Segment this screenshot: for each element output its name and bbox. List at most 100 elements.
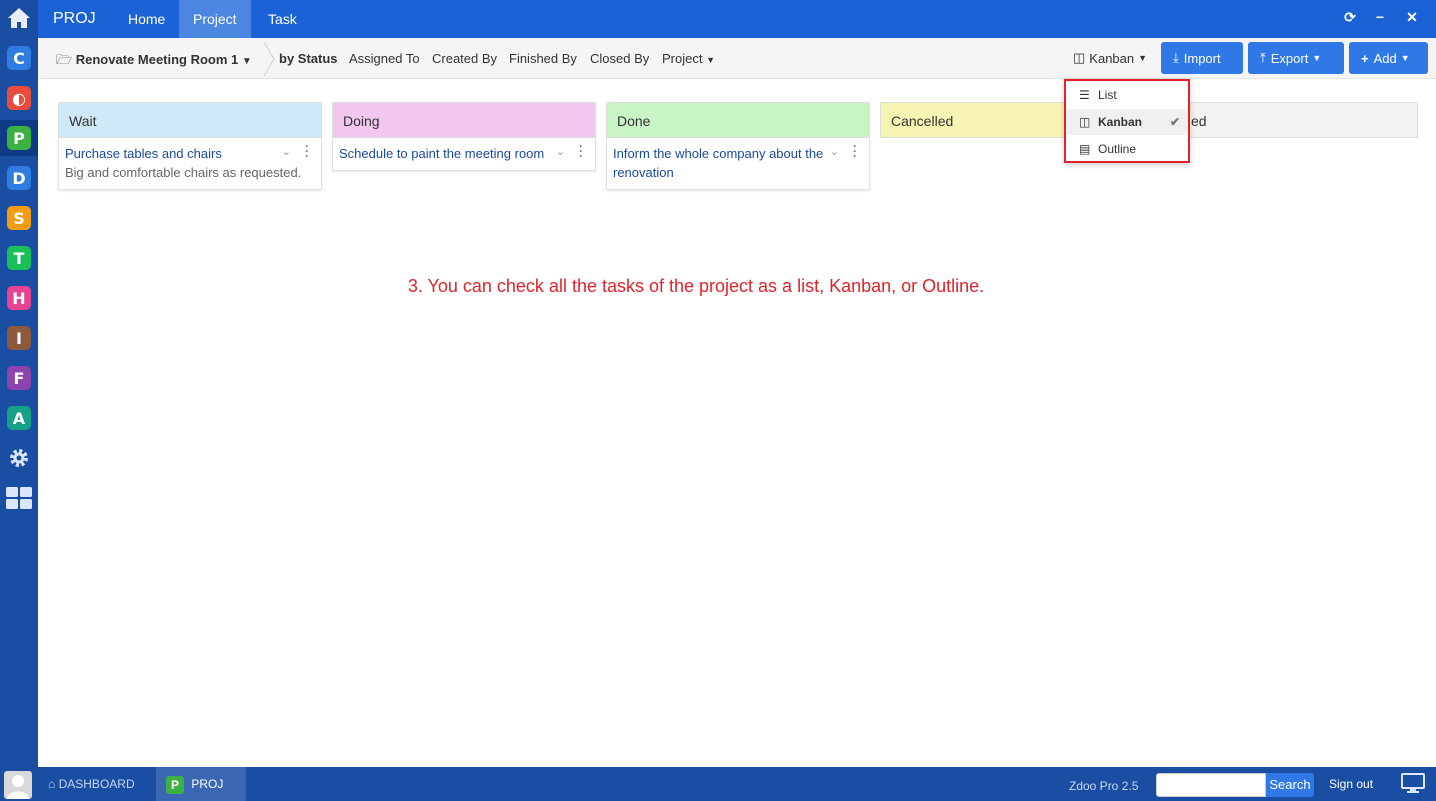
sub-toolbar: 🗁 Renovate Meeting Room 1 ▼ by Status As… [38,38,1436,79]
caret-down-icon: ▼ [241,56,252,67]
taskbar-dashboard[interactable]: ⌂ DASHBOARD [38,767,145,801]
add-button[interactable]: + Add ▼ [1349,42,1428,74]
app-i-icon: I [7,326,31,350]
lane-doing: Doing Schedule to paint the meeting room… [332,102,596,171]
export-label: Export [1270,50,1309,66]
lane-header: Wait [58,102,322,138]
app-c-icon: C [7,46,31,70]
task-description: Big and comfortable chairs as requested. [65,165,302,180]
task-title[interactable]: Inform the whole company about the renov… [613,144,861,182]
launcher-app-s[interactable]: S [0,200,38,236]
app-proj-icon: P [166,775,184,794]
export-button[interactable]: ⤒ Export ▼ [1248,42,1344,74]
more-vertical-icon[interactable]: · · · [853,140,857,162]
launcher-app-proj[interactable]: P [0,120,38,156]
menu-item-outline[interactable]: ▤ Outline [1066,136,1188,162]
plus-icon: + [1361,50,1369,66]
gear-icon[interactable] [0,440,38,476]
view-switch-menu: ☰ List ◫ Kanban ✔ ▤ Outline [1064,79,1190,163]
nav-task[interactable]: Task [254,0,311,38]
more-vertical-icon[interactable]: · · · [305,140,309,162]
check-icon: ✔ [1169,115,1180,129]
tab-assigned-to[interactable]: Assigned To [349,51,420,66]
app-launcher: C ◐ P D S T H I F A [0,0,38,767]
nav-home[interactable]: Home [114,0,179,38]
folder-open-icon: 🗁 [56,52,73,67]
top-bar: PROJ Home Project Task ⟳ − ✕ [38,0,1436,38]
lane-closed: ed [1154,102,1418,138]
task-card[interactable]: Schedule to paint the meeting room ⌄ · · · [332,138,596,171]
app-a-icon: A [7,406,31,430]
all-apps-icon[interactable] [0,480,38,516]
kanban-icon: ◫ [1073,50,1086,65]
launcher-app-d[interactable]: D [0,160,38,196]
app-f-icon: F [7,366,31,390]
refresh-icon[interactable]: ⟳ [1342,9,1358,27]
launcher-app-a[interactable]: A [0,400,38,436]
outline-icon: ▤ [1079,142,1091,156]
chevron-down-icon[interactable]: ⌄ [282,145,291,158]
launcher-app-c[interactable]: C [0,40,38,76]
instruction-caption: 3. You can check all the tasks of the pr… [0,276,1392,297]
download-icon: ⤓ [1173,50,1179,65]
launcher-app-t[interactable]: T [0,240,38,276]
app-d-icon: D [7,166,31,190]
menu-item-label: List [1098,88,1117,102]
launcher-app-f[interactable]: F [0,360,38,396]
menu-item-kanban[interactable]: ◫ Kanban ✔ [1066,109,1188,135]
project-breadcrumb[interactable]: 🗁 Renovate Meeting Room 1 ▼ [56,51,252,73]
task-card[interactable]: Purchase tables and chairs Big and comfo… [58,138,322,190]
tab-project-label: Project [662,51,703,66]
lane-wait: Wait Purchase tables and chairs Big and … [58,102,322,190]
close-icon[interactable]: ✕ [1404,9,1420,27]
app-name: PROJ [53,10,96,27]
search-input[interactable] [1156,773,1266,797]
import-label: Import [1183,50,1221,66]
tab-closed-by[interactable]: Closed By [590,51,649,66]
task-title[interactable]: Schedule to paint the meeting room [339,144,587,163]
monitor-icon[interactable] [1401,773,1425,793]
app-t-icon: T [7,246,31,270]
tab-project[interactable]: Project ▼ [662,51,715,66]
sign-out-link[interactable]: Sign out [1329,777,1373,791]
lane-header: Doing [332,102,596,138]
launcher-app-half[interactable]: ◐ [0,80,38,116]
taskbar-proj-label: PROJ [191,777,224,791]
menu-item-label: Kanban [1098,115,1143,129]
tab-by-status[interactable]: by Status [279,51,338,66]
breadcrumb-separator [263,41,275,77]
tab-finished-by[interactable]: Finished By [509,51,577,66]
search-button[interactable]: Search [1266,773,1314,797]
menu-item-label: Outline [1098,142,1137,156]
version-label: Zdoo Pro 2.5 [1069,779,1139,793]
chevron-down-icon[interactable]: ⌄ [830,145,839,158]
chevron-down-icon[interactable]: ⌄ [556,145,565,158]
lane-header: ed [1154,102,1418,138]
more-vertical-icon[interactable]: · · · [579,140,583,162]
avatar[interactable] [4,771,32,799]
home-icon[interactable] [0,0,38,36]
instruction-text: 3. You can check all the tasks of the pr… [407,276,985,296]
menu-item-list[interactable]: ☰ List [1066,82,1188,108]
caret-down-icon: ▼ [706,55,716,65]
launcher-app-i[interactable]: I [0,320,38,356]
home-icon: ⌂ [48,777,56,791]
task-title[interactable]: Purchase tables and chairs [65,144,313,163]
view-switch-button[interactable]: ◫ Kanban ▼ [1065,43,1155,73]
view-switch-label: Kanban [1089,50,1135,66]
nav-project[interactable]: Project [179,0,251,38]
lane-done: Done Inform the whole company about the … [606,102,870,190]
add-label: Add [1373,50,1397,66]
import-button[interactable]: ⤓ Import [1161,42,1243,74]
caret-down-icon: ▼ [1138,53,1148,63]
task-card[interactable]: Inform the whole company about the renov… [606,138,870,190]
taskbar-dashboard-label: DASHBOARD [58,777,135,791]
minimize-icon[interactable]: − [1372,9,1388,27]
upload-icon: ⤒ [1260,50,1266,65]
kanban-icon: ◫ [1079,115,1091,129]
breadcrumb-label: Renovate Meeting Room 1 [75,52,239,67]
tab-created-by[interactable]: Created By [432,51,497,66]
app-half-icon: ◐ [7,86,31,110]
taskbar-proj[interactable]: P PROJ [156,767,246,801]
list-icon: ☰ [1079,88,1090,102]
